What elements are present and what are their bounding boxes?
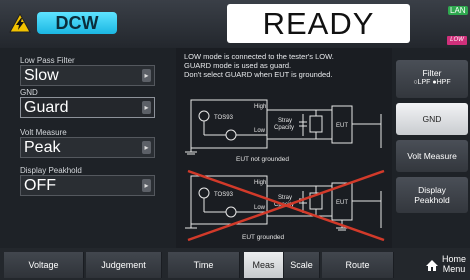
top-bar: DCW READY LAN LOW	[0, 0, 470, 48]
dropdown-arrow-icon: ▸	[142, 101, 151, 114]
display-peakhold-label: Display Peakhold	[20, 166, 82, 175]
display-peakhold-line2: Peakhold	[414, 195, 450, 205]
settings-panel: Low Pass Filter Slow ▸ GND Guard ▸ Volt …	[0, 48, 176, 248]
filter-button[interactable]: Filter ○LPF ●HPF	[396, 60, 468, 98]
tab-scale[interactable]: Scale	[284, 252, 320, 278]
display-peakhold-value: OFF	[24, 177, 56, 194]
gnd-button[interactable]: GND	[396, 103, 468, 135]
low-pass-filter-value: Slow	[24, 67, 59, 84]
home-icon	[426, 260, 438, 271]
wiring-diagrams: High Low TOS93 Stray Cpacity EUT EUT not…	[185, 99, 385, 242]
info-panel: LOW mode is connected to the tester's LO…	[176, 48, 392, 248]
dropdown-arrow-icon: ▸	[142, 141, 151, 154]
volt-measure-select[interactable]: Peak ▸	[20, 137, 155, 158]
diagram2-low-label: Low	[254, 205, 266, 211]
home-label-line1: Home	[441, 254, 466, 264]
diagram2-stray-label: Stray	[278, 195, 292, 201]
bottom-tab-bar: Voltage Judgement Time Meas Scale Route …	[0, 248, 470, 280]
status-display: READY	[227, 4, 410, 43]
function-buttons: Filter ○LPF ●HPF GND Volt Measure Displa…	[392, 48, 470, 248]
gnd-select[interactable]: Guard ▸	[20, 97, 155, 118]
diagram2-caption: EUT grounded	[242, 234, 285, 241]
display-peakhold-button[interactable]: Display Peakhold	[396, 177, 468, 213]
volt-measure-button[interactable]: Volt Measure	[396, 140, 468, 172]
diagram1-device-label: TOS93	[214, 115, 234, 121]
low-pass-filter-label: Low Pass Filter	[20, 56, 75, 65]
home-menu-button[interactable]: Home Menu	[425, 254, 470, 278]
home-label-line2: Menu	[442, 264, 466, 274]
tab-time[interactable]: Time	[168, 252, 240, 278]
home-menu-label: Home Menu	[439, 254, 469, 274]
tab-meas[interactable]: Meas	[244, 252, 284, 278]
diagram1-caption: EUT not grounded	[236, 156, 289, 163]
dropdown-arrow-icon: ▸	[142, 69, 151, 82]
diagram2-device-label: TOS93	[214, 192, 234, 198]
filter-option-hpf: HPF	[436, 79, 451, 86]
filter-radio-group: ○LPF ●HPF	[396, 79, 468, 86]
volt-measure-label: Volt Measure	[20, 128, 67, 137]
diagram1-low-label: Low	[254, 128, 266, 134]
dropdown-arrow-icon: ▸	[142, 179, 151, 192]
filter-title: Filter	[422, 68, 442, 78]
display-peakhold-line1: Display	[418, 185, 446, 195]
diagram2-eut-label: EUT	[336, 200, 348, 206]
gnd-value: Guard	[24, 99, 69, 116]
lan-indicator: LAN	[448, 6, 468, 15]
tab-voltage[interactable]: Voltage	[4, 252, 84, 278]
low-pass-filter-select[interactable]: Slow ▸	[20, 65, 155, 86]
diagram1-stray-label: Stray	[278, 118, 292, 124]
low-badge: LOW	[447, 36, 467, 45]
tab-judgement[interactable]: Judgement	[86, 252, 162, 278]
high-voltage-warning-icon	[9, 13, 31, 33]
tab-route[interactable]: Route	[322, 252, 394, 278]
diagram1-capacity-label: Cpacity	[274, 125, 294, 131]
volt-measure-value: Peak	[24, 139, 61, 156]
gnd-label: GND	[20, 88, 38, 97]
test-mode-indicator: DCW	[37, 12, 117, 34]
diagram1-eut-label: EUT	[336, 123, 348, 129]
display-peakhold-select[interactable]: OFF ▸	[20, 175, 155, 196]
diagram2-high-label: High	[254, 180, 266, 186]
filter-option-lpf: LPF	[417, 79, 431, 86]
diagram1-high-label: High	[254, 104, 266, 110]
